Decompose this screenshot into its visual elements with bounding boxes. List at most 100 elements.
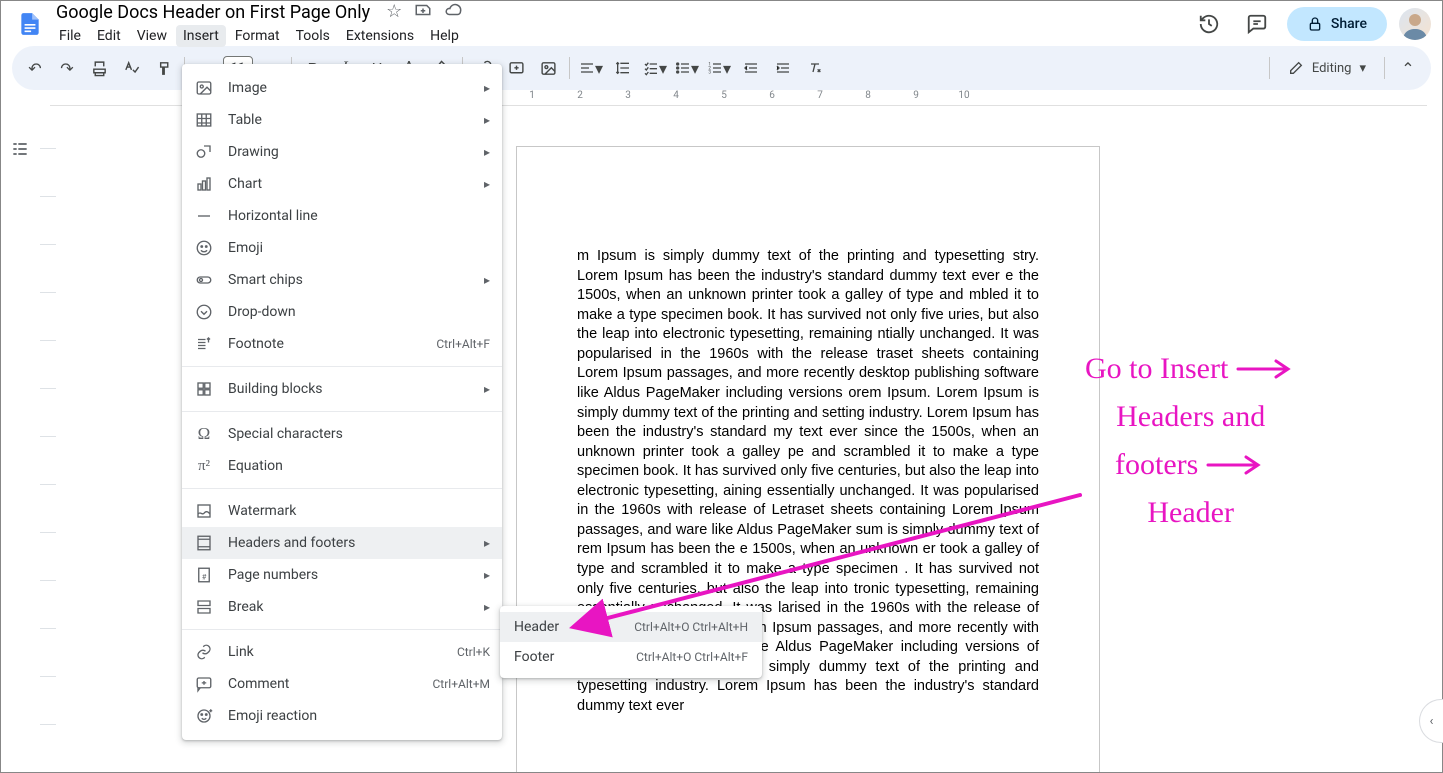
blocks-icon [194, 380, 214, 398]
insert-menu-building-blocks[interactable]: Building blocks▸ [182, 373, 502, 405]
menu-item-label: Special characters [228, 426, 490, 442]
outline-toggle-button[interactable] [5, 134, 35, 164]
hf-icon [194, 534, 214, 552]
lock-icon [1307, 16, 1323, 32]
clear-formatting-button[interactable] [800, 53, 830, 83]
menu-insert[interactable]: Insert [176, 25, 226, 47]
paint-format-button[interactable] [148, 53, 178, 83]
insert-comment-button[interactable] [501, 53, 531, 83]
insert-menu-special-characters[interactable]: Ω Special characters [182, 418, 502, 450]
undo-button[interactable]: ↶ [20, 53, 50, 83]
emojirx-icon [194, 707, 214, 725]
emoji-icon [194, 239, 214, 257]
insert-menu-emoji[interactable]: Emoji [182, 232, 502, 264]
menu-item-label: Equation [228, 458, 490, 474]
menu-item-label: Footnote [228, 336, 422, 352]
menu-help[interactable]: Help [423, 25, 466, 47]
star-icon[interactable]: ☆ [386, 1, 402, 24]
insert-menu-headers-and-footers[interactable]: Headers and footers▸ [182, 527, 502, 559]
chevron-right-icon: ▸ [484, 113, 490, 127]
insert-menu-break[interactable]: Break ▸ [182, 591, 502, 623]
menu-edit[interactable]: Edit [90, 25, 128, 47]
share-button[interactable]: Share [1287, 7, 1387, 41]
comment-icon [194, 675, 214, 693]
menu-view[interactable]: View [130, 25, 174, 47]
insert-menu-chart[interactable]: Chart ▸ [182, 168, 502, 200]
insert-menu-emoji-reaction[interactable]: Emoji reaction [182, 700, 502, 732]
numbered-list-button[interactable]: 123▾ [704, 53, 734, 83]
insert-menu-watermark[interactable]: Watermark [182, 495, 502, 527]
avatar[interactable] [1399, 8, 1431, 40]
chevron-right-icon: ▸ [484, 600, 490, 614]
menu-format[interactable]: Format [228, 25, 287, 47]
chevron-down-icon: ▾ [1359, 61, 1366, 76]
history-icon[interactable] [1191, 6, 1227, 42]
chevron-right-icon: ▸ [484, 568, 490, 582]
menu-item-label: Chart [228, 176, 470, 192]
menu-item-label: Drawing [228, 144, 470, 160]
submenu-header[interactable]: HeaderCtrl+Alt+O Ctrl+Alt+H [500, 612, 762, 642]
table-icon [194, 111, 214, 129]
insert-menu-image[interactable]: Image▸ [182, 72, 502, 104]
insert-menu-dropdown: Image▸ Table ▸ Drawing ▸ Chart ▸ Horizontal lin… [182, 64, 502, 740]
move-icon[interactable] [414, 1, 432, 24]
insert-menu-horizontal-line[interactable]: Horizontal line [182, 200, 502, 232]
spellcheck-button[interactable] [116, 53, 146, 83]
menu-item-label: Page numbers [228, 567, 470, 583]
cloud-status-icon[interactable] [444, 1, 462, 24]
align-button[interactable]: ▾ [576, 53, 606, 83]
editing-label: Editing [1312, 61, 1352, 76]
pencil-icon [1288, 60, 1304, 76]
collapse-toolbar-button[interactable]: ⌃ [1393, 53, 1423, 83]
pagenum-icon: # [194, 566, 214, 584]
document-title[interactable]: Google Docs Header on First Page Only [52, 1, 374, 24]
insert-image-button[interactable] [533, 53, 563, 83]
insert-menu-page-numbers[interactable]: # Page numbers ▸ [182, 559, 502, 591]
menu-item-label: Table [228, 112, 470, 128]
menu-tools[interactable]: Tools [289, 25, 337, 47]
bulleted-list-button[interactable]: ▾ [672, 53, 702, 83]
chips-icon [194, 271, 214, 289]
submenu-footer[interactable]: FooterCtrl+Alt+O Ctrl+Alt+F [500, 642, 762, 672]
menu-item-label: Emoji reaction [228, 708, 490, 724]
chevron-right-icon: ▸ [484, 273, 490, 287]
share-label: Share [1331, 16, 1367, 32]
editing-mode-button[interactable]: Editing ▾ [1278, 56, 1376, 80]
menu-file[interactable]: File [52, 25, 88, 47]
menu-extensions[interactable]: Extensions [339, 25, 421, 47]
document-page: m Ipsum is simply dummy text of the prin… [516, 146, 1100, 773]
menu-item-label: Headers and footers [228, 535, 470, 551]
insert-menu-drawing[interactable]: Drawing ▸ [182, 136, 502, 168]
chart-icon [194, 175, 214, 193]
comments-icon[interactable] [1239, 6, 1275, 42]
omega-icon: Ω [194, 424, 214, 444]
increase-indent-button[interactable] [768, 53, 798, 83]
svg-text:3: 3 [708, 69, 711, 75]
line-spacing-button[interactable] [608, 53, 638, 83]
docs-logo[interactable] [12, 6, 48, 42]
chevron-right-icon: ▸ [484, 145, 490, 159]
footnote-icon [194, 335, 214, 353]
insert-menu-link[interactable]: LinkCtrl+K [182, 636, 502, 668]
break-icon [194, 598, 214, 616]
annotation-text: Go to Insert Headers and footers Header [1085, 345, 1296, 537]
svg-text:#: # [202, 573, 207, 582]
insert-menu-footnote[interactable]: FootnoteCtrl+Alt+F [182, 328, 502, 360]
link-icon [194, 643, 214, 661]
menu-item-label: Break [228, 599, 470, 615]
insert-menu-equation[interactable]: π² Equation [182, 450, 502, 482]
decrease-indent-button[interactable] [736, 53, 766, 83]
image-icon [194, 79, 214, 97]
redo-button[interactable]: ↷ [52, 53, 82, 83]
insert-menu-comment[interactable]: CommentCtrl+Alt+M [182, 668, 502, 700]
print-button[interactable] [84, 53, 114, 83]
menu-item-label: Emoji [228, 240, 490, 256]
menu-item-label: Drop-down [228, 304, 490, 320]
menu-item-label: Comment [228, 676, 419, 692]
pi-icon: π² [194, 458, 214, 475]
insert-menu-drop-down[interactable]: Drop-down [182, 296, 502, 328]
insert-menu-table[interactable]: Table ▸ [182, 104, 502, 136]
insert-menu-smart-chips[interactable]: Smart chips▸ [182, 264, 502, 296]
checklist-button[interactable]: ▾ [640, 53, 670, 83]
chevron-right-icon: ▸ [484, 177, 490, 191]
